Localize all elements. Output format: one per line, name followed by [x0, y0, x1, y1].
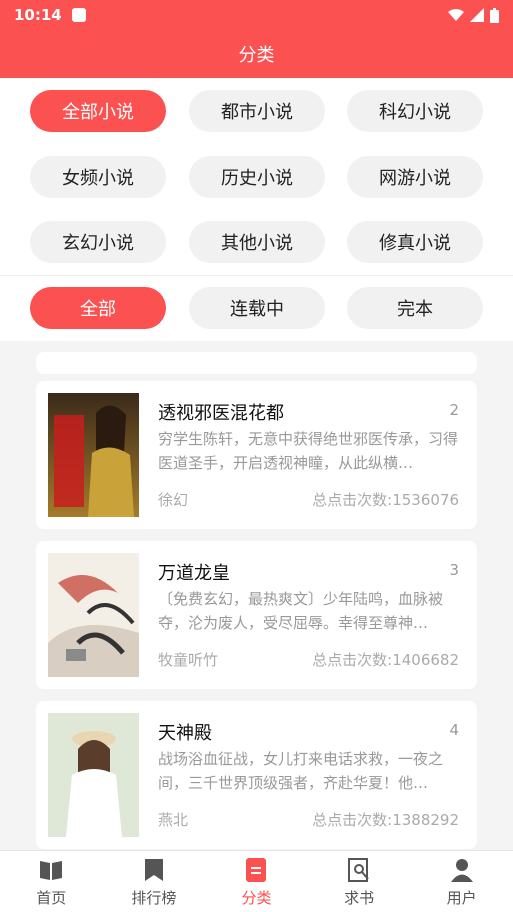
filter-divider	[0, 275, 513, 276]
book-author: 徐幻	[158, 491, 189, 509]
tab-label: 用户	[446, 889, 477, 907]
wifi-icon	[448, 9, 464, 21]
tab-home[interactable]: 首页	[0, 851, 103, 912]
tab-request-book[interactable]: 求书	[308, 851, 411, 912]
book-description: 〔免费玄幻，最热爽文〕少年陆鸣，血脉被夺，沦为废人，受尽屈辱。幸得至尊神…	[158, 590, 444, 632]
status-chip-all[interactable]: 全部	[30, 287, 166, 329]
tab-label: 排行榜	[131, 889, 177, 907]
list-item-partial[interactable]	[36, 352, 477, 374]
book-click-count: 总点击次数:1388292	[312, 811, 459, 829]
category-chip-scifi[interactable]: 科幻小说	[347, 90, 483, 132]
book-cover	[48, 393, 139, 517]
book-description: 穷学生陈轩，无意中获得绝世邪医传承，习得医道圣手，开启透视神瞳，从此纵横…	[158, 430, 459, 472]
book-rank: 2	[449, 401, 459, 419]
tab-ranking[interactable]: 排行榜	[103, 851, 206, 912]
book-list-item[interactable]: 透视邪医混花都 2 穷学生陈轩，无意中获得绝世邪医传承，习得医道圣手，开启透视神…	[36, 381, 477, 529]
category-chip-history[interactable]: 历史小说	[189, 156, 325, 198]
tab-label: 分类	[241, 889, 272, 907]
category-icon	[246, 858, 267, 882]
bookmark-icon	[144, 859, 163, 881]
app-header: 10:14 分类	[0, 0, 513, 78]
book-open-icon	[40, 861, 63, 880]
filter-panel: 全部小说 都市小说 科幻小说 女频小说 历史小说 网游小说 玄幻小说 其他小说 …	[0, 78, 513, 341]
book-title: 万道龙皇	[158, 563, 230, 584]
book-title: 天神殿	[158, 723, 212, 744]
book-title: 透视邪医混花都	[158, 403, 284, 424]
tab-user[interactable]: 用户	[410, 851, 513, 912]
tab-label: 首页	[36, 889, 67, 907]
status-chip-serializing[interactable]: 连载中	[189, 287, 325, 329]
battery-icon	[490, 7, 499, 23]
user-icon	[450, 859, 473, 882]
tab-category[interactable]: 分类	[205, 851, 308, 912]
category-chip-all[interactable]: 全部小说	[30, 90, 166, 132]
status-time: 10:14	[14, 6, 62, 24]
notification-icon	[71, 8, 86, 22]
category-chip-urban[interactable]: 都市小说	[189, 90, 325, 132]
status-bar: 10:14	[0, 0, 513, 30]
book-rank: 3	[449, 561, 459, 579]
book-cover	[48, 553, 139, 677]
book-rank: 4	[449, 721, 459, 739]
category-chip-fantasy[interactable]: 玄幻小说	[30, 221, 166, 263]
category-chip-other[interactable]: 其他小说	[189, 221, 325, 263]
book-click-count: 总点击次数:1406682	[312, 651, 459, 669]
page-title: 分类	[238, 45, 275, 66]
category-chip-xiuzhen[interactable]: 修真小说	[347, 221, 483, 263]
book-click-count: 总点击次数:1536076	[312, 491, 459, 509]
status-chip-completed[interactable]: 完本	[347, 287, 483, 329]
category-chip-game[interactable]: 网游小说	[347, 156, 483, 198]
tab-label: 求书	[344, 889, 375, 907]
search-book-icon	[348, 858, 369, 882]
book-cover	[48, 713, 139, 837]
book-description: 战场浴血征战，女儿打来电话求救，一夜之间，三千世界顶级强者，齐赴华夏！他…	[158, 750, 444, 792]
book-list-item[interactable]: 万道龙皇 3 〔免费玄幻，最热爽文〕少年陆鸣，血脉被夺，沦为废人，受尽屈辱。幸得…	[36, 541, 477, 689]
book-author: 燕北	[158, 811, 189, 829]
book-author: 牧童听竹	[158, 651, 219, 669]
book-list-item[interactable]: 天神殿 4 战场浴血征战，女儿打来电话求救，一夜之间，三千世界顶级强者，齐赴华夏…	[36, 701, 477, 849]
category-chip-female[interactable]: 女频小说	[30, 156, 166, 198]
bottom-tab-bar: 首页 排行榜 分类 求书 用户	[0, 850, 513, 912]
signal-icon	[470, 8, 484, 22]
